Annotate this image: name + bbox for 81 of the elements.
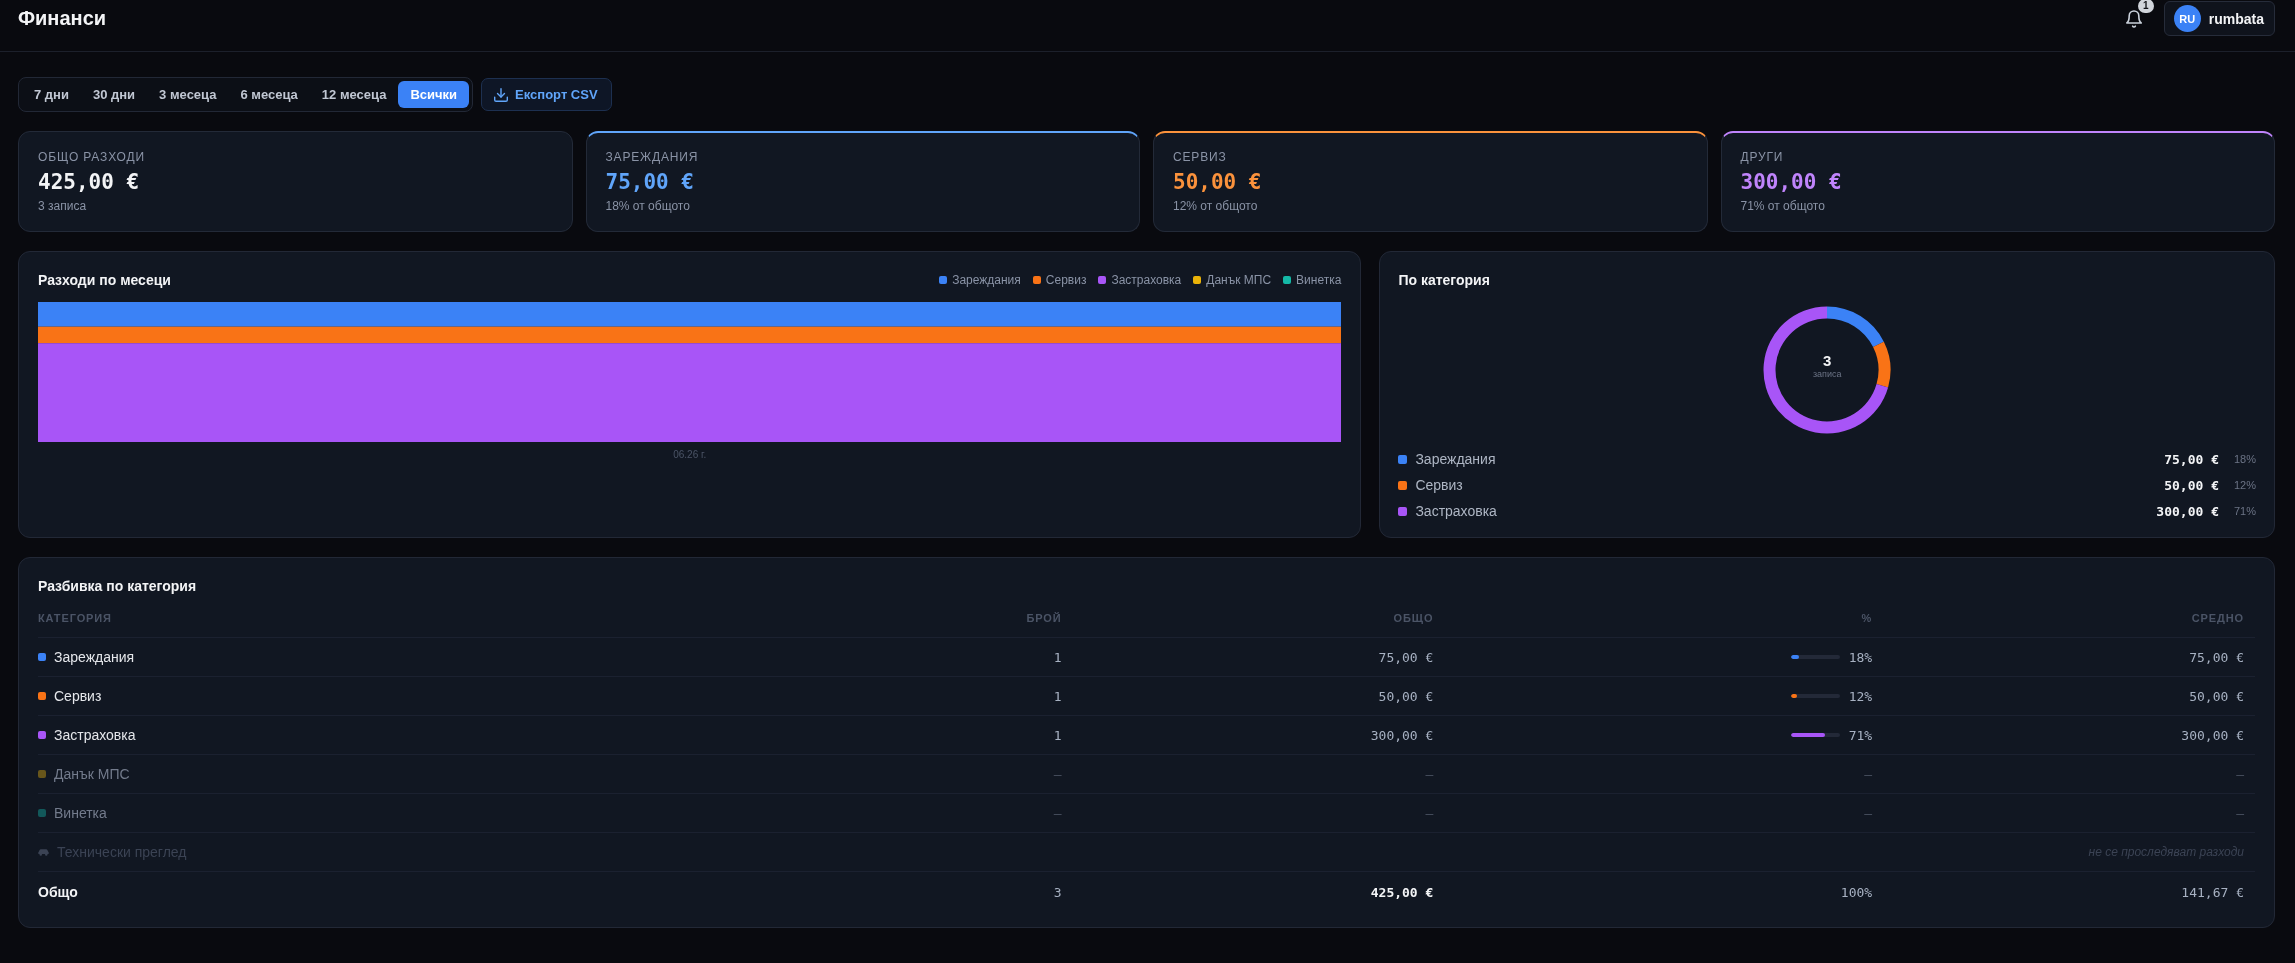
column-header: ОБЩО xyxy=(1393,611,1435,624)
user-menu-button[interactable]: RU rumbata xyxy=(2163,1,2275,36)
column-header: % xyxy=(1861,611,1874,624)
card-value: 75,00 € xyxy=(605,169,694,195)
table-cell-text: — xyxy=(2236,766,2245,782)
panel-title: По категория xyxy=(1398,271,1491,289)
table-cell-text: 1 xyxy=(1053,727,1063,743)
column-header: БРОЙ xyxy=(1026,611,1063,624)
export-button[interactable]: Експорт CSV xyxy=(481,78,612,111)
table-cell-text: 75,00 € xyxy=(1378,649,1435,665)
card-value: 50,00 € xyxy=(1173,169,1262,195)
period-tab[interactable]: 6 месеца xyxy=(228,81,310,108)
table-cell-text: 1 xyxy=(1053,688,1063,704)
card-value: 425,00 € xyxy=(38,169,140,195)
legend-amount: 75,00 € xyxy=(2164,451,2219,467)
table-cell-text: 100% xyxy=(1840,884,1874,900)
car-icon xyxy=(38,848,49,856)
legend-share: 71% xyxy=(2232,505,2256,517)
table-cell: 71% xyxy=(1848,727,1873,743)
legend-label: Сервиз xyxy=(1045,273,1087,287)
table-cell: Данък МПС xyxy=(54,766,130,782)
table-cell-text: 75,00 € xyxy=(2189,649,2245,665)
table-cell: 18% xyxy=(1848,649,1873,665)
table-cell-text: 141,67 € xyxy=(2181,884,2245,900)
axis-label: 06.26 г. xyxy=(673,449,707,461)
table-cell-text: — xyxy=(2236,805,2245,821)
table-cell-text: — xyxy=(1864,805,1874,821)
bell-icon[interactable] xyxy=(2125,9,2142,28)
table-cell-text: 3 xyxy=(1053,884,1063,900)
table-cell-text: 425,00 € xyxy=(1370,884,1435,900)
card-note: 3 записа xyxy=(38,199,87,213)
table-cell-text: — xyxy=(1053,805,1063,821)
donut-center-value: 3 xyxy=(1823,352,1832,369)
table-cell: Сервиз xyxy=(54,688,102,704)
legend-share: 12% xyxy=(2232,479,2256,491)
table-cell-text: 50,00 € xyxy=(1378,688,1435,704)
page-title: Финанси xyxy=(18,6,107,31)
donut-center-label: записа xyxy=(1812,369,1842,380)
panel-title: Разходи по месеци xyxy=(38,271,171,289)
table-cell-text: 300,00 € xyxy=(1370,727,1435,743)
legend-label: Зареждания xyxy=(1415,451,1496,467)
legend-label: Застраховка xyxy=(1415,503,1497,519)
column-header: СРЕДНО xyxy=(2191,611,2245,624)
notification-badge: 1 xyxy=(2137,0,2154,13)
legend-label: Зареждания xyxy=(952,273,1021,287)
legend-label: Сервиз xyxy=(1415,477,1463,493)
legend-amount: 50,00 € xyxy=(2164,477,2219,493)
card-label: ОБЩО РАЗХОДИ xyxy=(38,150,145,164)
table-cell: Общо xyxy=(38,884,78,900)
period-tab[interactable]: 3 месеца xyxy=(147,81,229,108)
card-label: ДРУГИ xyxy=(1740,150,1784,164)
table-cell-text: — xyxy=(1425,805,1435,821)
download-icon xyxy=(494,87,509,102)
table-cell: 12% xyxy=(1848,688,1873,704)
table-cell-text: 50,00 € xyxy=(2189,688,2245,704)
table-cell-text: — xyxy=(1864,766,1874,782)
legend-label: Застраховка xyxy=(1111,273,1182,287)
legend-amount: 300,00 € xyxy=(2156,503,2219,519)
period-tab[interactable]: Всички xyxy=(398,81,470,108)
panel-title: Разбивка по категория xyxy=(38,577,198,595)
card-note: 12% от общото xyxy=(1173,199,1258,213)
legend-share: 18% xyxy=(2232,453,2256,465)
table-cell-text: 1 xyxy=(1053,649,1063,665)
period-tab[interactable]: 12 месеца xyxy=(309,81,399,108)
period-tab[interactable]: 7 дни xyxy=(22,81,81,108)
period-tab[interactable]: 30 дни xyxy=(80,81,148,108)
table-cell: Винетка xyxy=(54,805,107,821)
table-cell: Застраховка xyxy=(54,727,136,743)
card-value: 300,00 € xyxy=(1740,169,1842,195)
card-note: 71% от общото xyxy=(1740,199,1825,213)
card-label: СЕРВИЗ xyxy=(1173,150,1227,164)
table-cell-text: — xyxy=(1053,766,1063,782)
legend-label: Винетка xyxy=(1296,273,1342,287)
user-avatar: RU xyxy=(2173,5,2201,32)
table-cell-text: 300,00 € xyxy=(2181,727,2245,743)
column-header: КАТЕГОРИЯ xyxy=(38,611,112,624)
table-cell: Зареждания xyxy=(54,649,135,665)
legend-label: Данък МПС xyxy=(1206,273,1272,287)
card-note: 18% от общото xyxy=(605,199,690,213)
table-cell-text: — xyxy=(1425,766,1435,782)
card-label: ЗАРЕЖДАНИЯ xyxy=(605,150,699,164)
